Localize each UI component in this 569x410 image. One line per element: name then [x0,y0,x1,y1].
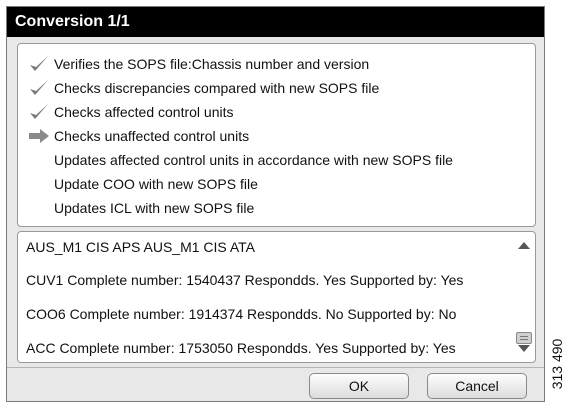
arrow-right-icon [28,127,50,145]
step-item: Verifies the SOPS file:Chassis number an… [18,52,533,76]
cancel-button[interactable]: Cancel [427,373,527,399]
step-label: Updates ICL with new SOPS file [54,200,255,216]
step-item: Checks unaffected control units [18,124,533,148]
step-label: Checks discrepancies compared with new S… [54,80,380,96]
step-item: Checks affected control units [18,100,533,124]
log-line: ACC Complete number: 1753050 Respondds. … [26,340,456,356]
step-item: Updates affected control units in accord… [18,148,533,172]
steps-panel: Verifies the SOPS file:Chassis number an… [17,43,536,227]
step-item: Update COO with new SOPS file [18,172,533,196]
step-item: Checks discrepancies compared with new S… [18,76,533,100]
log-scrollbar[interactable] [513,232,535,362]
log-panel[interactable]: AUS_M1 CIS APS AUS_M1 CIS ATA CUV1 Compl… [17,231,536,363]
log-line: COO6 Complete number: 1914374 Respondds.… [26,306,457,322]
log-line: CUV1 Complete number: 1540437 Respondds.… [26,272,464,288]
scroll-thumb[interactable] [516,332,532,344]
check-icon [28,55,50,73]
scroll-down-icon[interactable] [518,345,530,352]
log-line: AUS_M1 CIS APS AUS_M1 CIS ATA [26,239,256,255]
step-label: Update COO with new SOPS file [54,176,258,192]
figure-code-text: 313 490 [549,338,565,390]
scroll-up-icon[interactable] [518,242,530,249]
ok-button[interactable]: OK [309,373,409,399]
conversion-dialog: Conversion 1/1 Verifies the SOPS file:Ch… [6,6,545,402]
check-icon [28,103,50,121]
dialog-title: Conversion 1/1 [7,7,544,37]
step-label: Checks affected control units [54,104,234,120]
check-icon [28,79,50,97]
step-label: Verifies the SOPS file:Chassis number an… [54,56,370,72]
step-label: Updates affected control units in accord… [54,152,453,168]
step-label: Checks unaffected control units [54,128,250,144]
footer-divider [7,367,544,368]
figure-code: 313 490 [549,320,565,408]
step-item: Updates ICL with new SOPS file [18,196,533,220]
